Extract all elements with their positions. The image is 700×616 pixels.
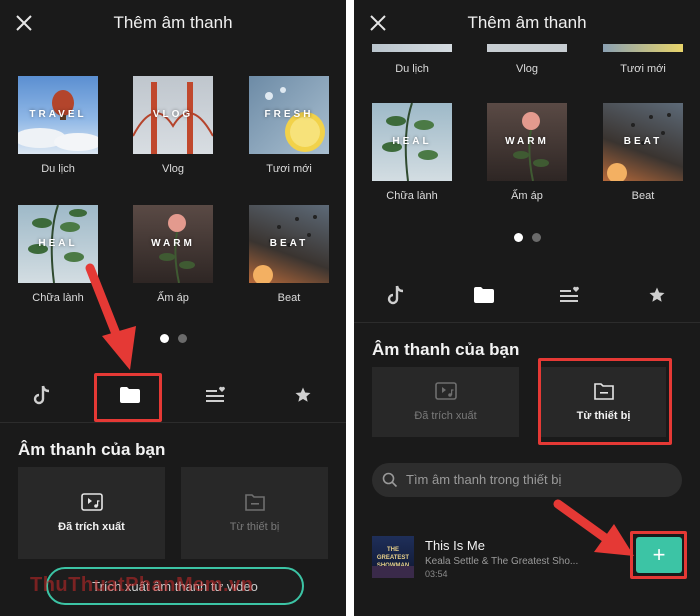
category-tag: VLOG [152,109,194,120]
video-music-icon [434,382,457,400]
card-label: Đã trích xuất [414,410,477,422]
category-label: Beat [631,190,655,202]
section-title: Âm thanh của bạn [372,340,520,359]
divider [354,322,700,323]
playlist-heart-icon [206,386,225,402]
category-tag: TRAVEL [29,109,87,120]
tab-starred[interactable] [283,378,323,412]
tab-favorites-list[interactable] [550,278,590,312]
category-fresh[interactable]: FRESH Tươi mới [249,76,329,175]
playlist-heart-icon [560,286,579,302]
left-screen: Thêm âm thanh TRAVEL Du lịch VLOG Vlog F… [0,0,346,616]
track-title: This Is Me [425,538,485,553]
header-bar: Thêm âm thanh [354,0,700,48]
folder-outline-icon [244,494,265,511]
category-vlog[interactable]: VLOG Vlog [133,76,213,175]
category-beat[interactable]: BEAT Beat [603,103,683,202]
tab-favorites-list[interactable] [196,378,236,412]
category-label: Chữa lành [386,190,438,202]
annotation-arrow [553,499,634,556]
category-tag: WARM [151,238,195,249]
annotation-box-folder-tab [94,373,162,422]
category-tag: HEAL [38,238,78,249]
category-tag: FRESH [264,109,314,120]
category-label: Tươi mới [266,163,312,175]
track-duration: 03:54 [425,569,448,579]
right-screen: Thêm âm thanh Du lịch Vlog Tươi mới HEAL… [354,0,700,616]
page-dot[interactable] [532,233,541,242]
search-icon [382,472,398,488]
video-music-icon [80,493,103,511]
card-extracted[interactable]: Đã trích xuất [18,467,165,559]
category-tag: WARM [505,136,549,147]
source-tabs [0,378,346,412]
category-beat[interactable]: BEAT Beat [249,205,329,304]
category-label: Beat [277,292,301,304]
thumb-edge [603,44,683,52]
page-dot-active [160,334,169,343]
tab-device-folder[interactable] [464,278,504,312]
category-label: Vlog [161,163,185,175]
category-label: Du lịch [395,63,429,75]
page-title: Thêm âm thanh [113,13,233,32]
thumb-edge [487,44,567,52]
star-icon [649,287,665,302]
category-label: Du lịch [41,163,75,175]
thumb-edge [372,44,452,52]
annotation-box-from-device [538,358,672,445]
category-label: Vlog [515,63,539,75]
album-cover: THE GREATEST SHOWMAN [372,536,414,578]
page-title: Thêm âm thanh [467,13,587,32]
tiktok-icon [387,285,404,305]
annotation-arrow [85,263,136,370]
category-tag: HEAL [392,136,432,147]
tab-tiktok[interactable] [376,278,416,312]
search-placeholder: Tìm âm thanh trong thiết bị [406,472,562,487]
card-label: Từ thiết bị [229,521,280,533]
folder-icon [474,287,494,303]
category-label: Ấm áp [511,190,543,202]
watermark-text: ThuThuatPhanMem.vn [30,574,254,596]
category-tag: BEAT [623,136,663,147]
star-icon [295,387,311,402]
category-travel[interactable]: TRAVEL Du lịch [18,76,98,175]
category-warm[interactable]: WARM Ấm áp [487,103,567,202]
source-tabs [354,278,700,312]
divider [0,422,346,423]
page-dot-active [514,233,523,242]
page-dot[interactable] [178,334,187,343]
tiktok-icon [33,385,50,405]
category-tag: BEAT [269,238,309,249]
category-label: Tươi mới [620,63,666,75]
tab-tiktok[interactable] [22,378,62,412]
card-label: Đã trích xuất [58,521,125,533]
header-bar: Thêm âm thanh [0,0,346,48]
section-title: Âm thanh của bạn [18,440,166,459]
tab-starred[interactable] [637,278,677,312]
card-extracted[interactable]: Đã trích xuất [372,367,519,437]
card-from-device[interactable]: Từ thiết bị [181,467,328,559]
category-heal[interactable]: HEAL Chữa lành [372,103,452,202]
device-search-input[interactable]: Tìm âm thanh trong thiết bị [372,463,682,497]
